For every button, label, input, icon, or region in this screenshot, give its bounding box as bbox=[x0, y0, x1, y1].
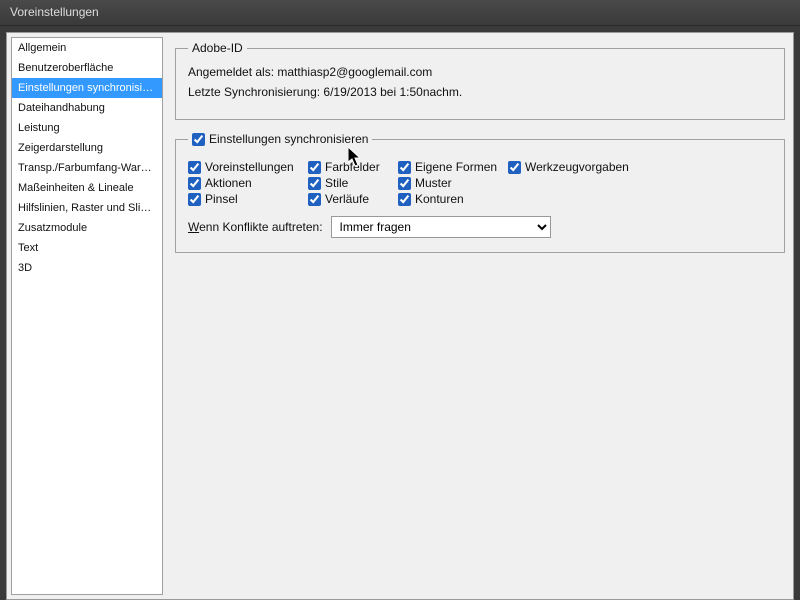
sidebar-item-file-handling[interactable]: Dateihandhabung bbox=[12, 98, 162, 118]
sidebar-item-type[interactable]: Text bbox=[12, 238, 162, 258]
check-brushes[interactable]: Pinsel bbox=[188, 192, 308, 206]
dialog-body: Allgemein Benutzeroberfläche Einstellung… bbox=[6, 32, 794, 600]
check-shapes[interactable]: Eigene Formen bbox=[398, 160, 508, 174]
window-title: Voreinstellungen bbox=[10, 5, 99, 19]
sidebar-item-plugins[interactable]: Zusatzmodule bbox=[12, 218, 162, 238]
sync-master-checkbox[interactable] bbox=[192, 133, 205, 146]
window-titlebar: Voreinstellungen bbox=[0, 0, 800, 26]
sidebar-item-units[interactable]: Maßeinheiten & Lineale bbox=[12, 178, 162, 198]
sidebar-item-performance[interactable]: Leistung bbox=[12, 118, 162, 138]
check-tool-presets[interactable]: Werkzeugvorgaben bbox=[508, 160, 638, 174]
conflict-select[interactable]: Immer fragen bbox=[331, 216, 551, 238]
content-panel: Adobe-ID Angemeldet als: matthiasp2@goog… bbox=[167, 33, 793, 599]
check-preferences[interactable]: Voreinstellungen bbox=[188, 160, 308, 174]
check-swatches[interactable]: Farbfelder bbox=[308, 160, 398, 174]
adobe-id-group: Adobe-ID Angemeldet als: matthiasp2@goog… bbox=[175, 41, 785, 120]
sidebar-item-cursors[interactable]: Zeigerdarstellung bbox=[12, 138, 162, 158]
check-patterns[interactable]: Muster bbox=[398, 176, 508, 190]
sidebar-item-3d[interactable]: 3D bbox=[12, 258, 162, 278]
sync-settings-group: Einstellungen synchronisieren Voreinstel… bbox=[175, 132, 785, 253]
category-sidebar: Allgemein Benutzeroberfläche Einstellung… bbox=[11, 37, 163, 595]
sync-master-label: Einstellungen synchronisieren bbox=[209, 132, 368, 146]
sync-master-legend: Einstellungen synchronisieren bbox=[188, 132, 372, 146]
check-gradients[interactable]: Verläufe bbox=[308, 192, 398, 206]
sidebar-item-guides[interactable]: Hilfslinien, Raster und Slices bbox=[12, 198, 162, 218]
sidebar-item-interface[interactable]: Benutzeroberfläche bbox=[12, 58, 162, 78]
sidebar-item-transparency[interactable]: Transp./Farbumfang-Warnung bbox=[12, 158, 162, 178]
conflict-label: Wenn Konflikte auftreten: bbox=[188, 220, 323, 234]
check-actions[interactable]: Aktionen bbox=[188, 176, 308, 190]
sidebar-item-sync-settings[interactable]: Einstellungen synchronisieren bbox=[12, 78, 162, 98]
adobe-id-legend: Adobe-ID bbox=[188, 41, 247, 55]
signed-in-label: Angemeldet als: matthiasp2@googlemail.co… bbox=[188, 65, 772, 79]
sidebar-item-general[interactable]: Allgemein bbox=[12, 38, 162, 58]
last-sync-label: Letzte Synchronisierung: 6/19/2013 bei 1… bbox=[188, 85, 772, 99]
check-contours[interactable]: Konturen bbox=[398, 192, 508, 206]
check-styles[interactable]: Stile bbox=[308, 176, 398, 190]
